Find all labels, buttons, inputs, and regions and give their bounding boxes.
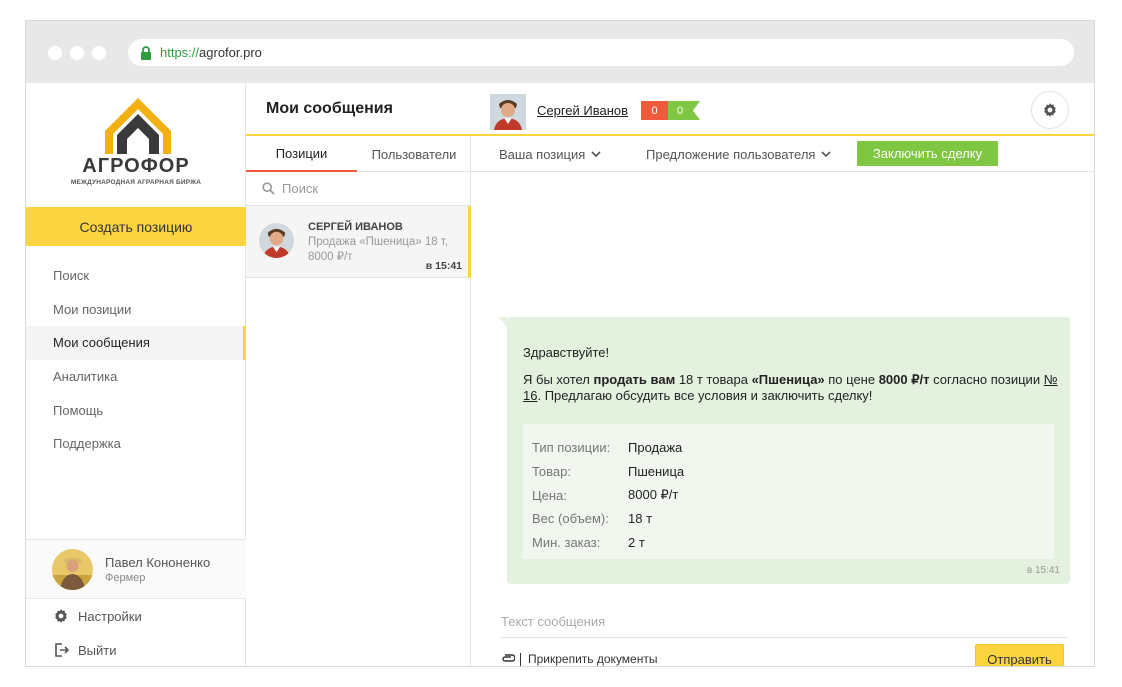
- search-icon: [262, 182, 275, 195]
- sidebar-item-my-positions[interactable]: Мои позиции: [26, 293, 246, 327]
- message-text-part: Я бы хотел: [523, 372, 594, 387]
- sidebar-item-help[interactable]: Помощь: [26, 393, 246, 427]
- sidebar-item-search[interactable]: Поиск: [26, 259, 246, 293]
- gear-icon: [55, 609, 67, 623]
- attach-documents-label: Прикрепить документы: [528, 652, 658, 666]
- logo[interactable]: АГРОФОР Международная аграрная биржа: [26, 83, 246, 207]
- sidebar-nav: Поиск Мои позиции Мои сообщения Аналитик…: [26, 259, 246, 461]
- your-position-label: Ваша позиция: [499, 146, 586, 162]
- detail-label: Тип позиции:: [532, 440, 611, 456]
- browser-window: https://agrofor.pro АГРОФОР Международна…: [25, 20, 1095, 667]
- window-maximize-dot[interactable]: [92, 46, 106, 60]
- page-title: Мои сообщения: [266, 100, 393, 117]
- position-details: Тип позиции: Продажа Товар: Пшеница Цена…: [523, 424, 1054, 559]
- message-bold-price: 8000 ₽/т: [878, 372, 930, 387]
- detail-label: Цена:: [532, 487, 567, 503]
- attach-documents-button[interactable]: Прикрепить документы: [501, 652, 657, 666]
- settings-label: Настройки: [78, 608, 142, 624]
- conversation-search[interactable]: Поиск: [246, 172, 471, 206]
- message-text-part: согласно позиции: [929, 372, 1044, 387]
- conversation-avatar: [259, 223, 294, 258]
- window-minimize-dot[interactable]: [70, 46, 84, 60]
- chat-toolbar: Ваша позиция Предложение пользователя За…: [471, 136, 1094, 172]
- detail-row: Товар: Пшеница: [532, 460, 1054, 484]
- lock-icon: [141, 45, 151, 60]
- contact-name-link[interactable]: Сергей Иванов: [537, 103, 628, 118]
- logo-mark-icon: [105, 98, 171, 154]
- gear-icon: [1044, 103, 1056, 117]
- conversation-tabs: Позиции Пользователи: [246, 136, 471, 172]
- logo-tagline: Международная аграрная биржа: [70, 179, 202, 186]
- detail-label: Мин. заказ:: [532, 535, 601, 551]
- detail-row: Цена: 8000 ₽/т: [532, 483, 1054, 507]
- message-text-part: . Предлагаю обсудить все условия и заклю…: [537, 388, 873, 403]
- sidebar-item-my-messages[interactable]: Мои сообщения: [26, 326, 246, 360]
- detail-value: 18 т: [628, 511, 653, 527]
- browser-chrome: https://agrofor.pro: [26, 21, 1094, 83]
- sidebar: АГРОФОР Международная аграрная биржа Соз…: [26, 83, 246, 666]
- logout-label: Выйти: [78, 642, 117, 658]
- header-settings-button[interactable]: [1031, 91, 1069, 129]
- logout-icon: [55, 643, 69, 657]
- conversation-time: в 15:41: [425, 260, 462, 272]
- user-role: Фермер: [105, 571, 146, 584]
- user-offer-dropdown[interactable]: Предложение пользователя: [646, 136, 832, 172]
- make-deal-button[interactable]: Заключить сделку: [857, 141, 998, 166]
- sidebar-item-support[interactable]: Поддержка: [26, 427, 246, 461]
- chevron-down-icon: [591, 151, 601, 157]
- url-host: agrofor.pro: [199, 45, 262, 60]
- detail-row: Вес (объем): 18 т: [532, 507, 1054, 531]
- conversation-name: СЕРГЕЙ ИВАНОВ: [308, 221, 403, 233]
- tab-users[interactable]: Пользователи: [357, 136, 471, 172]
- user-avatar: [52, 548, 93, 590]
- create-position-button[interactable]: Создать позицию: [26, 207, 246, 246]
- address-bar[interactable]: https://agrofor.pro: [128, 39, 1074, 66]
- detail-label: Товар:: [532, 464, 571, 480]
- url-scheme: https://: [160, 45, 200, 60]
- paperclip-icon: [502, 654, 515, 662]
- contact-avatar[interactable]: [490, 94, 526, 130]
- detail-value: 2 т: [628, 535, 645, 551]
- window-close-dot[interactable]: [48, 46, 62, 60]
- message-input[interactable]: Текст сообщения: [501, 614, 1068, 638]
- message-text-part: 18 т товара: [675, 372, 752, 387]
- message-time: в 15:41: [1026, 565, 1060, 576]
- your-position-dropdown[interactable]: Ваша позиция: [499, 136, 601, 172]
- app: АГРОФОР Международная аграрная биржа Соз…: [26, 83, 1094, 666]
- message-greeting: Здравствуйте!: [523, 345, 610, 360]
- detail-label: Вес (объем):: [532, 511, 609, 527]
- attach-separator: [520, 652, 521, 666]
- sidebar-item-analytics[interactable]: Аналитика: [26, 360, 246, 394]
- negative-score-badge: 0: [641, 101, 668, 120]
- message-bold-action: продать вам: [593, 372, 676, 387]
- message-body: Я бы хотел продать вам 18 т товара «Пшен…: [523, 372, 1058, 404]
- detail-row: Тип позиции: Продажа: [532, 436, 1054, 460]
- tab-positions[interactable]: Позиции: [246, 136, 357, 172]
- chevron-down-icon: [821, 151, 832, 157]
- user-name: Павел Кононенко: [105, 554, 211, 570]
- message-bold-product: «Пшеница»: [751, 372, 825, 387]
- message-bubble: Здравствуйте! Я бы хотел продать вам 18 …: [499, 317, 1070, 584]
- settings-link[interactable]: Настройки: [26, 599, 246, 633]
- logout-link[interactable]: Выйти: [26, 633, 246, 666]
- message-text-part: по цене: [824, 372, 879, 387]
- detail-value: Пшеница: [628, 464, 685, 480]
- conversation-item[interactable]: СЕРГЕЙ ИВАНОВ Продажа «Пшеница» 18 т, 80…: [246, 206, 471, 278]
- positive-score-badge: 0: [668, 101, 700, 120]
- send-button[interactable]: Отправить: [975, 644, 1064, 666]
- detail-value: 8000 ₽/т: [628, 487, 679, 503]
- current-user[interactable]: Павел Кононенко Фермер: [26, 539, 246, 599]
- detail-value: Продажа: [628, 440, 683, 456]
- chat-panel: Ваша позиция Предложение пользователя За…: [471, 136, 1094, 666]
- conversations-panel: Позиции Пользователи Поиск СЕРГЕЙ ИВАНОВ…: [246, 136, 471, 666]
- search-input-placeholder: Поиск: [282, 181, 319, 196]
- user-offer-label: Предложение пользователя: [646, 146, 816, 162]
- detail-row: Мин. заказ: 2 т: [532, 531, 1054, 555]
- logo-wordmark: АГРОФОР: [82, 155, 190, 177]
- page-header: Мои сообщения Сергей Иванов 0 0: [246, 83, 1094, 136]
